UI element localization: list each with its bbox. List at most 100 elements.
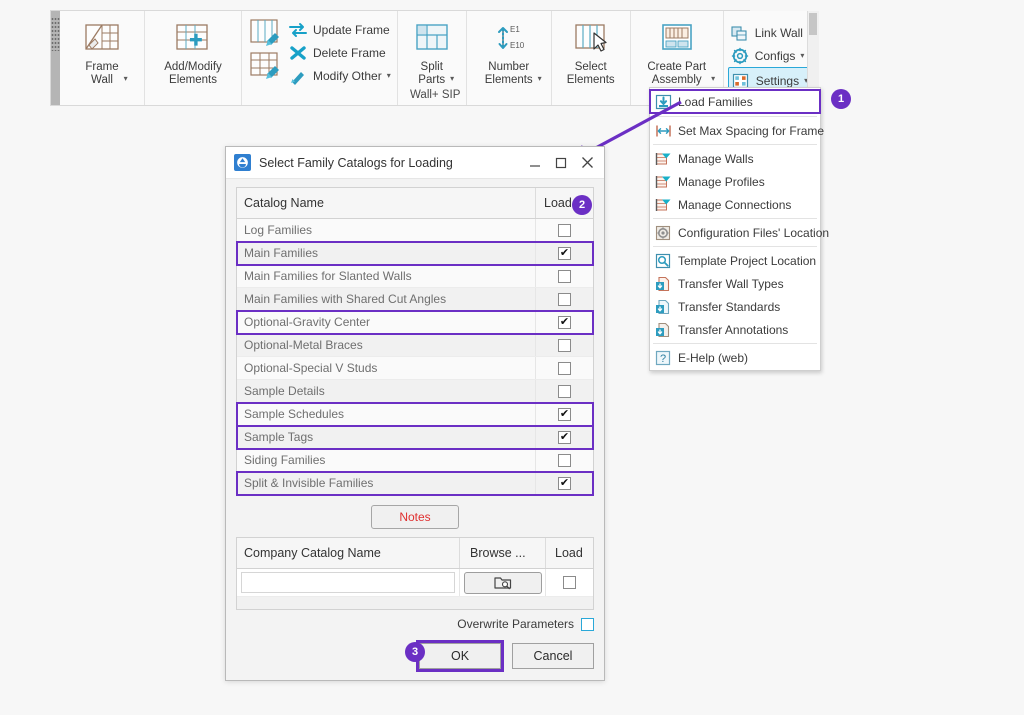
chevron-down-icon[interactable]: ▾ [800, 51, 804, 60]
catalog-row[interactable]: Sample Tags ✔ [236, 425, 594, 450]
menu-item-configuration-files-location[interactable]: Configuration Files' Location [650, 221, 829, 244]
catalog-row[interactable]: Sample Schedules ✔ [236, 402, 594, 427]
manage-profiles-icon [655, 175, 671, 188]
chevron-down-icon[interactable]: ▾ [538, 72, 542, 85]
ribbon-button-label: Create Part Assembly ▾ [647, 61, 715, 87]
ribbon-button-select-elements[interactable]: Select Elements [558, 15, 624, 87]
catalog-row[interactable]: Main Families ✔ [236, 241, 594, 266]
checkbox-checked[interactable]: ✔ [558, 246, 571, 260]
company-catalog-name-input[interactable] [241, 572, 455, 593]
transfer-annotations-icon [656, 322, 670, 337]
menu-item-transfer-standards[interactable]: Transfer Standards [650, 295, 820, 318]
menu-separator [653, 116, 817, 117]
ribbon-button-label: Frame Wall ▾ [85, 61, 127, 87]
overwrite-parameters-checkbox[interactable] [581, 617, 594, 631]
catalog-row-load-cell [535, 449, 593, 471]
catalog-row[interactable]: Optional-Gravity Center ✔ [236, 310, 594, 335]
minimize-button[interactable] [522, 148, 548, 178]
menu-item-transfer-wall-types[interactable]: Transfer Wall Types [650, 272, 820, 295]
command-label: Link Wall [754, 25, 803, 40]
catalog-row-name: Split & Invisible Families [244, 476, 374, 490]
ribbon-button-create-part-assembly[interactable]: Create Part Assembly ▾ [637, 15, 717, 87]
checkbox-unchecked[interactable] [558, 292, 571, 306]
close-button[interactable] [574, 148, 600, 178]
ribbon-scrollbar-thumb[interactable] [809, 13, 818, 35]
chevron-down-icon[interactable]: ▾ [387, 71, 391, 80]
ribbon-button-split-parts[interactable]: Split Parts ▾ [404, 15, 460, 87]
catalog-row[interactable]: Siding Families [237, 449, 593, 472]
catalog-row-name: Sample Tags [244, 430, 314, 444]
dialog-title-bar[interactable]: Select Family Catalogs for Loading [226, 147, 604, 179]
settings-command-list: Link Wall Configs ▾ Settings ▾ [727, 18, 814, 94]
maximize-button[interactable] [548, 148, 574, 178]
chevron-down-icon[interactable]: ▾ [124, 72, 128, 85]
checkbox-checked[interactable]: ✔ [558, 430, 571, 444]
ribbon-grip[interactable] [51, 11, 60, 105]
checkbox-unchecked[interactable] [558, 453, 571, 467]
catalog-row[interactable]: Optional-Special V Studs [237, 357, 593, 380]
overwrite-parameters-row: Overwrite Parameters [236, 617, 594, 631]
ribbon-command-delete-frame[interactable]: Delete Frame [288, 41, 391, 64]
ribbon-button-number-elements[interactable]: E1 E10 Number Elements ▾ [473, 15, 545, 87]
menu-item-load-families[interactable]: Load Families [649, 89, 821, 114]
ribbon-command-link-wall[interactable]: Link Wall [730, 21, 813, 44]
ribbon-command-update-frame[interactable]: Update Frame [288, 18, 391, 41]
app-icon [234, 154, 251, 171]
ribbon-button-add-modify-elements[interactable]: Add/Modify Elements [151, 15, 235, 87]
checkbox-checked[interactable]: ✔ [558, 476, 571, 490]
frame-command-icons [248, 15, 284, 83]
menu-item-label: Transfer Wall Types [678, 276, 784, 291]
catalog-row[interactable]: Main Families with Shared Cut Angles [237, 288, 593, 311]
ribbon-command-modify-other[interactable]: Modify Other ▾ [288, 64, 391, 87]
catalog-row[interactable]: Sample Details [237, 380, 593, 403]
checkbox-checked[interactable]: ✔ [558, 315, 571, 329]
catalog-row[interactable]: Main Families for Slanted Walls [237, 265, 593, 288]
menu-item-manage-connections[interactable]: Manage Connections [650, 193, 820, 216]
company-grid-header: Company Catalog Name Browse ... Load [237, 538, 593, 569]
browse-button[interactable] [463, 571, 542, 594]
label-line-1: Frame [85, 61, 119, 73]
modify-frame-thumb-icon[interactable] [248, 50, 284, 83]
select-family-catalogs-dialog: Select Family Catalogs for Loading Catal… [225, 146, 605, 681]
update-frame-thumb-icon[interactable] [248, 17, 284, 50]
checkbox-unchecked[interactable] [558, 269, 571, 283]
chevron-down-icon[interactable]: ▾ [450, 72, 454, 85]
catalog-grid-header: Catalog Name Load [237, 188, 593, 219]
company-catalog-grid: Company Catalog Name Browse ... Load [236, 537, 594, 610]
ribbon-button-label: Select Elements [567, 61, 615, 87]
menu-item-manage-walls[interactable]: Manage Walls [650, 147, 820, 170]
notes-button[interactable]: Notes [371, 505, 459, 529]
checkbox-unchecked[interactable] [558, 223, 571, 237]
close-icon [581, 157, 593, 168]
browse-cell [459, 569, 545, 596]
label-line-1: Add/Modify [164, 61, 222, 73]
ribbon-group-select-elements: Select Elements [552, 11, 631, 105]
checkbox-unchecked[interactable] [558, 384, 571, 398]
chevron-down-icon[interactable]: ▾ [711, 72, 715, 85]
menu-item-transfer-annotations[interactable]: Transfer Annotations [650, 318, 820, 341]
catalog-row[interactable]: Optional-Metal Braces [237, 334, 593, 357]
company-load-checkbox[interactable] [563, 576, 576, 589]
menu-item-label: Manage Walls [678, 151, 754, 166]
company-grid-footer [237, 597, 593, 609]
checkbox-checked[interactable]: ✔ [558, 407, 571, 421]
checkbox-unchecked[interactable] [558, 361, 571, 375]
catalog-row-load-cell: ✔ [535, 242, 593, 264]
menu-item-template-project-location[interactable]: Template Project Location [650, 249, 820, 272]
menu-item-e-help[interactable]: ? E-Help (web) [650, 346, 820, 369]
checkbox-unchecked[interactable] [558, 338, 571, 352]
command-label: Configs [754, 48, 796, 63]
ok-button[interactable]: OK [419, 643, 501, 669]
browse-folder-icon [493, 577, 511, 590]
cancel-button[interactable]: Cancel [512, 643, 594, 669]
menu-item-label: Manage Connections [678, 197, 792, 212]
ribbon-button-frame-wall[interactable]: Frame Wall ▾ [66, 15, 138, 87]
catalog-row[interactable]: Split & Invisible Families ✔ [236, 471, 594, 496]
ribbon-command-configs[interactable]: Configs ▾ [730, 44, 813, 67]
catalog-row[interactable]: Log Families [237, 219, 593, 242]
menu-separator [653, 343, 817, 344]
label-line-1: Create Part [647, 61, 707, 73]
menu-item-set-max-spacing[interactable]: Set Max Spacing for Frame [650, 119, 824, 142]
menu-item-manage-profiles[interactable]: Manage Profiles [650, 170, 820, 193]
catalog-row-name: Log Families [244, 223, 313, 237]
